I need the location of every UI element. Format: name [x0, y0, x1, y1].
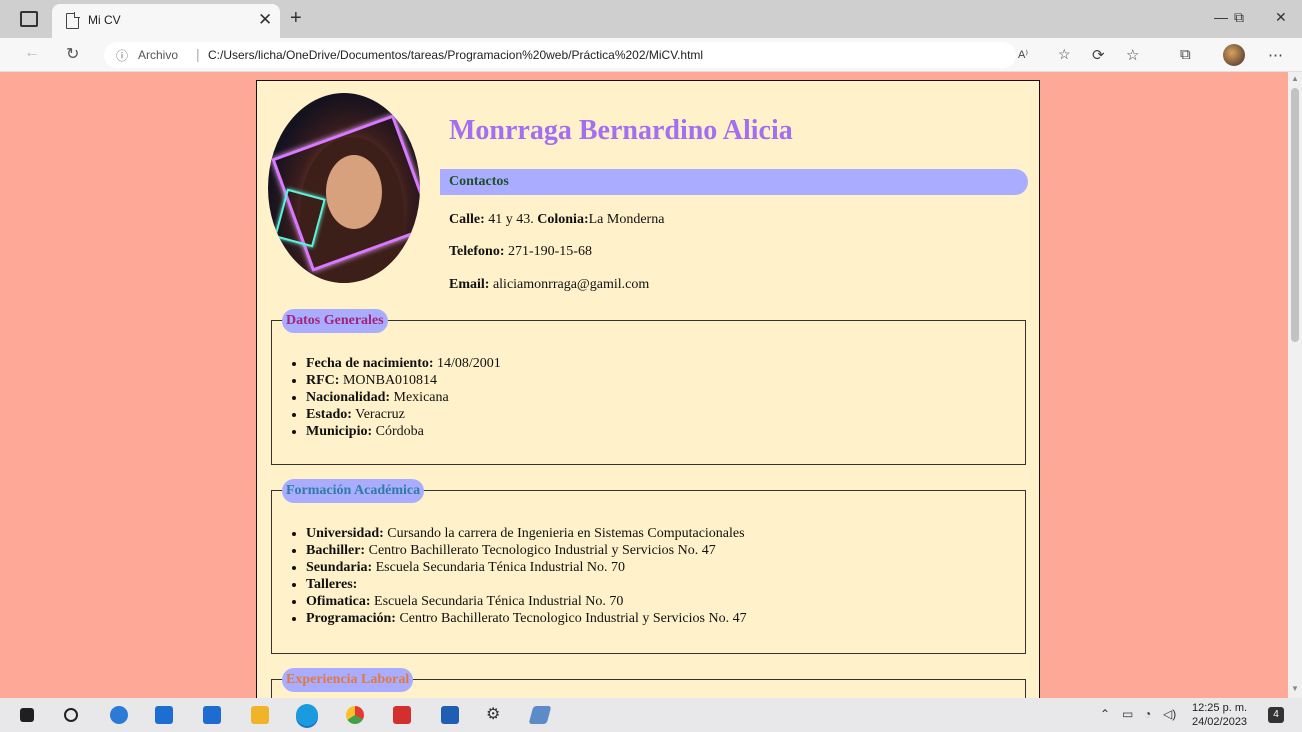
page-icon: [66, 12, 80, 29]
telefono-label: Telefono:: [449, 244, 505, 259]
telefono-value: 271-190-15-68: [504, 244, 592, 259]
contactos-header: Contactos: [440, 169, 1028, 195]
chrome-icon[interactable]: [346, 706, 364, 724]
list-item: Municipio: Córdoba: [306, 423, 501, 440]
cv-card: Monrraga Bernardino Alicia Contactos Cal…: [256, 80, 1040, 698]
battery-icon[interactable]: ▭: [1122, 707, 1133, 721]
formacion-academica-title: Formación Académica: [282, 479, 425, 503]
extensions-icon[interactable]: ⟳: [1092, 46, 1105, 64]
list-item: RFC: MONBA010814: [306, 372, 501, 389]
restore-button[interactable]: ⧉: [1234, 9, 1244, 26]
address-bar[interactable]: ⓘ Archivo | C:/Users/licha/OneDrive/Docu…: [104, 42, 1071, 68]
file-explorer-icon[interactable]: [251, 706, 269, 724]
mail-icon[interactable]: [155, 706, 173, 724]
contactos-label: Contactos: [449, 174, 509, 189]
datos-generales-list: Fecha de nacimiento: 14/08/2001 RFC: MON…: [306, 355, 501, 440]
scroll-up-icon[interactable]: ▲: [1291, 74, 1299, 83]
notifications-icon[interactable]: 4: [1268, 707, 1284, 723]
calle-value: 41 y 43.: [484, 212, 538, 227]
add-favorite-icon[interactable]: ☆: [1058, 46, 1071, 63]
favorites-icon[interactable]: ☆: [1126, 46, 1139, 64]
system-clock[interactable]: 12:25 p. m. 24/02/2023: [1192, 701, 1247, 729]
tab-close-icon[interactable]: ✕: [258, 10, 272, 30]
search-icon[interactable]: [64, 708, 78, 722]
formacion-academica-list: Universidad: Cursando la carrera de Inge…: [306, 525, 747, 627]
url-text[interactable]: C:/Users/licha/OneDrive/Documentos/tarea…: [208, 48, 703, 62]
page-viewport: Monrraga Bernardino Alicia Contactos Cal…: [0, 72, 1288, 698]
cv-name: Monrraga Bernardino Alicia: [449, 115, 793, 146]
word-icon[interactable]: [441, 706, 459, 724]
email-value: aliciamonrraga@gamil.com: [489, 277, 650, 292]
datos-generales-section: Datos Generales Fecha de nacimiento: 14/…: [271, 309, 1026, 465]
reload-button[interactable]: ↻: [66, 44, 79, 64]
experiencia-laboral-title: Experiencia Laboral: [282, 668, 414, 692]
list-item: Fecha de nacimiento: 14/08/2001: [306, 355, 501, 372]
email-line: Email: aliciamonrraga@gamil.com: [449, 277, 649, 293]
acrobat-icon[interactable]: [393, 706, 411, 724]
more-menu-icon[interactable]: ⋯: [1268, 46, 1283, 64]
new-tab-button[interactable]: +: [290, 6, 302, 30]
clock-time: 12:25 p. m.: [1192, 702, 1248, 714]
safari-icon[interactable]: [110, 706, 128, 724]
start-icon[interactable]: [20, 708, 34, 722]
minimize-button[interactable]: —: [1214, 9, 1228, 25]
scroll-down-icon[interactable]: ▼: [1291, 684, 1299, 693]
list-item: Programación: Centro Bachillerato Tecnol…: [306, 610, 747, 627]
datos-generales-title: Datos Generales: [282, 309, 388, 333]
navigation-bar: ← ↻ ⓘ Archivo | C:/Users/licha/OneDrive/…: [0, 38, 1302, 72]
colonia-label: Colonia:: [537, 212, 589, 227]
volume-icon[interactable]: ◁): [1163, 707, 1176, 721]
clock-date: 24/02/2023: [1192, 716, 1248, 728]
app-icon[interactable]: [528, 706, 552, 724]
profile-avatar[interactable]: [1223, 44, 1245, 66]
collections-icon[interactable]: ⧉: [1180, 46, 1191, 63]
colonia-value: La Monderna: [588, 212, 665, 227]
wifi-icon[interactable]: ◔: [1144, 707, 1151, 721]
list-item: Estado: Veracruz: [306, 406, 501, 423]
tab-actions-icon[interactable]: [20, 11, 38, 27]
experiencia-laboral-section: Experiencia Laboral: [271, 668, 1026, 698]
list-item: Bachiller: Centro Bachillerato Tecnologi…: [306, 542, 747, 559]
profile-photo: [268, 93, 420, 283]
settings-icon[interactable]: ⚙: [486, 704, 504, 723]
store-icon[interactable]: [203, 706, 221, 724]
read-aloud-icon[interactable]: A⁾: [1018, 48, 1028, 61]
window-close-button[interactable]: ✕: [1275, 9, 1287, 26]
telefono-line: Telefono: 271-190-15-68: [449, 244, 592, 260]
url-separator: |: [196, 46, 200, 62]
windows-taskbar: ⚙ ⌃ ▭ ◔ ◁) 12:25 p. m. 24/02/2023 4: [0, 698, 1302, 732]
email-label: Email:: [449, 277, 490, 292]
list-item: Seundaria: Escuela Secundaria Ténica Ind…: [306, 559, 747, 576]
tray-chevron-icon[interactable]: ⌃: [1100, 707, 1110, 721]
tab-bar: Mi CV ✕ + — ⧉ ✕: [0, 0, 1302, 38]
formacion-academica-section: Formación Académica Universidad: Cursand…: [271, 479, 1026, 654]
info-icon[interactable]: ⓘ: [116, 47, 128, 64]
scroll-thumb[interactable]: [1291, 88, 1299, 342]
list-item: Talleres:: [306, 576, 747, 593]
vertical-scrollbar[interactable]: ▲ ▼: [1288, 72, 1302, 698]
edge-icon[interactable]: [296, 704, 318, 726]
list-item: Universidad: Cursando la carrera de Inge…: [306, 525, 747, 542]
calle-label: Calle:: [449, 212, 485, 227]
tab-title: Mi CV: [88, 13, 121, 27]
list-item: Nacionalidad: Mexicana: [306, 389, 501, 406]
tab-mi-cv[interactable]: Mi CV ✕: [52, 4, 280, 38]
address-line: Calle: 41 y 43. Colonia:La Monderna: [449, 212, 664, 228]
list-item: Ofimatica: Escuela Secundaria Ténica Ind…: [306, 593, 747, 610]
url-scheme-label: Archivo: [138, 48, 179, 62]
back-button[interactable]: ←: [24, 44, 40, 62]
